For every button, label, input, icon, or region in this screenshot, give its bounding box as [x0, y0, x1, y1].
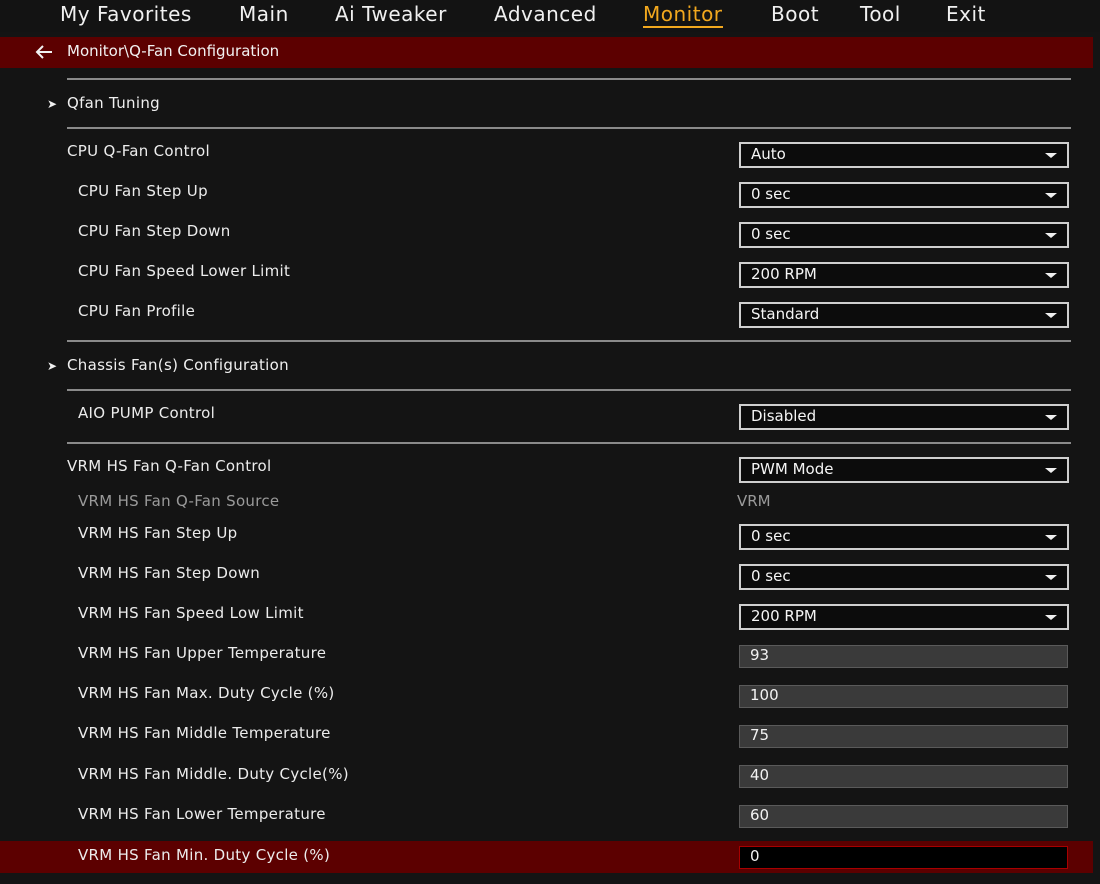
tab-my-favorites[interactable]: My Favorites: [60, 2, 192, 26]
back-arrow-icon[interactable]: [34, 41, 54, 63]
vrm-fan-min-duty-value: 0: [750, 847, 760, 865]
vrm-fan-speed-low-limit-select[interactable]: 200 RPM: [739, 604, 1069, 630]
divider: [67, 340, 1071, 342]
aio-pump-control-label: AIO PUMP Control: [78, 404, 216, 422]
chevron-down-icon: [1045, 153, 1057, 158]
vrm-qfan-source-label: VRM HS Fan Q-Fan Source: [78, 492, 280, 510]
cpu-fan-speed-lower-limit-select[interactable]: 200 RPM: [739, 262, 1069, 288]
cpu-fan-profile-label: CPU Fan Profile: [78, 302, 196, 320]
breadcrumb: Monitor\Q-Fan Configuration: [0, 37, 1093, 68]
vrm-fan-upper-temp-input[interactable]: 93: [739, 645, 1068, 668]
submenu-qfan-tuning[interactable]: ➤ Qfan Tuning: [47, 94, 160, 112]
submenu-chassis-fans-label: Chassis Fan(s) Configuration: [67, 356, 289, 374]
cpu-qfan-control-value: Auto: [751, 145, 786, 163]
chevron-down-icon: [1045, 193, 1057, 198]
divider: [67, 442, 1071, 444]
tab-main[interactable]: Main: [239, 2, 289, 26]
divider: [67, 78, 1071, 80]
divider: [67, 389, 1071, 391]
cpu-fan-speed-lower-limit-value: 200 RPM: [751, 265, 817, 283]
vrm-fan-step-down-value: 0 sec: [751, 567, 791, 585]
vrm-fan-max-duty-input[interactable]: 100: [739, 685, 1068, 708]
cpu-fan-step-down-label: CPU Fan Step Down: [78, 222, 231, 240]
cpu-fan-step-down-select[interactable]: 0 sec: [739, 222, 1069, 248]
chevron-down-icon: [1045, 233, 1057, 238]
chevron-down-icon: [1045, 313, 1057, 318]
vrm-fan-min-duty-input[interactable]: 0: [739, 846, 1068, 869]
cpu-fan-profile-value: Standard: [751, 305, 820, 323]
cpu-fan-step-up-label: CPU Fan Step Up: [78, 182, 208, 200]
divider: [67, 127, 1071, 129]
vrm-qfan-source-value: VRM: [737, 492, 771, 510]
cpu-fan-step-up-select[interactable]: 0 sec: [739, 182, 1069, 208]
vrm-fan-step-down-label: VRM HS Fan Step Down: [78, 564, 261, 582]
vrm-fan-middle-duty-input[interactable]: 40: [739, 765, 1068, 788]
vrm-fan-middle-duty-label: VRM HS Fan Middle. Duty Cycle(%): [78, 765, 349, 783]
vrm-fan-step-down-select[interactable]: 0 sec: [739, 564, 1069, 590]
vrm-fan-lower-temp-value: 60: [750, 806, 770, 824]
tab-boot[interactable]: Boot: [771, 2, 819, 26]
cpu-qfan-control-select[interactable]: Auto: [739, 142, 1069, 168]
chevron-down-icon: [1045, 468, 1057, 473]
vrm-qfan-control-value: PWM Mode: [751, 460, 834, 478]
vrm-fan-step-up-value: 0 sec: [751, 527, 791, 545]
vrm-fan-step-up-select[interactable]: 0 sec: [739, 524, 1069, 550]
vrm-fan-middle-temp-input[interactable]: 75: [739, 725, 1068, 748]
chevron-down-icon: [1045, 575, 1057, 580]
cpu-fan-step-down-value: 0 sec: [751, 225, 791, 243]
cpu-fan-step-up-value: 0 sec: [751, 185, 791, 203]
aio-pump-control-value: Disabled: [751, 407, 817, 425]
submenu-chassis-fans[interactable]: ➤ Chassis Fan(s) Configuration: [47, 356, 289, 374]
vrm-fan-speed-low-limit-label: VRM HS Fan Speed Low Limit: [78, 604, 304, 622]
vrm-fan-middle-temp-label: VRM HS Fan Middle Temperature: [78, 724, 331, 742]
vrm-fan-middle-duty-value: 40: [750, 766, 770, 784]
chevron-down-icon: [1045, 615, 1057, 620]
chevron-down-icon: [1045, 535, 1057, 540]
submenu-arrow-icon: ➤: [47, 359, 58, 373]
cpu-fan-profile-select[interactable]: Standard: [739, 302, 1069, 328]
top-navigation: My Favorites Main Ai Tweaker Advanced Mo…: [0, 0, 1100, 32]
vrm-fan-lower-temp-input[interactable]: 60: [739, 805, 1068, 828]
tab-exit[interactable]: Exit: [946, 2, 986, 26]
tab-tool[interactable]: Tool: [860, 2, 901, 26]
vrm-fan-max-duty-value: 100: [750, 686, 779, 704]
cpu-qfan-control-label: CPU Q-Fan Control: [67, 142, 210, 160]
chevron-down-icon: [1045, 415, 1057, 420]
vrm-fan-upper-temp-label: VRM HS Fan Upper Temperature: [78, 644, 327, 662]
vrm-qfan-control-label: VRM HS Fan Q-Fan Control: [67, 457, 272, 475]
tab-advanced[interactable]: Advanced: [494, 2, 597, 26]
chevron-down-icon: [1045, 273, 1057, 278]
vrm-fan-min-duty-label: VRM HS Fan Min. Duty Cycle (%): [78, 846, 331, 864]
tab-ai-tweaker[interactable]: Ai Tweaker: [335, 2, 447, 26]
submenu-qfan-tuning-label: Qfan Tuning: [67, 94, 160, 112]
vrm-fan-speed-low-limit-value: 200 RPM: [751, 607, 817, 625]
breadcrumb-path: Monitor\Q-Fan Configuration: [67, 42, 280, 60]
vrm-fan-step-up-label: VRM HS Fan Step Up: [78, 524, 238, 542]
vrm-fan-upper-temp-value: 93: [750, 646, 770, 664]
vrm-qfan-control-select[interactable]: PWM Mode: [739, 457, 1069, 483]
submenu-arrow-icon: ➤: [47, 97, 58, 111]
vrm-fan-max-duty-label: VRM HS Fan Max. Duty Cycle (%): [78, 684, 335, 702]
vrm-fan-middle-temp-value: 75: [750, 726, 770, 744]
aio-pump-control-select[interactable]: Disabled: [739, 404, 1069, 430]
vrm-fan-lower-temp-label: VRM HS Fan Lower Temperature: [78, 805, 326, 823]
tab-monitor[interactable]: Monitor: [643, 2, 723, 28]
cpu-fan-speed-lower-limit-label: CPU Fan Speed Lower Limit: [78, 262, 291, 280]
